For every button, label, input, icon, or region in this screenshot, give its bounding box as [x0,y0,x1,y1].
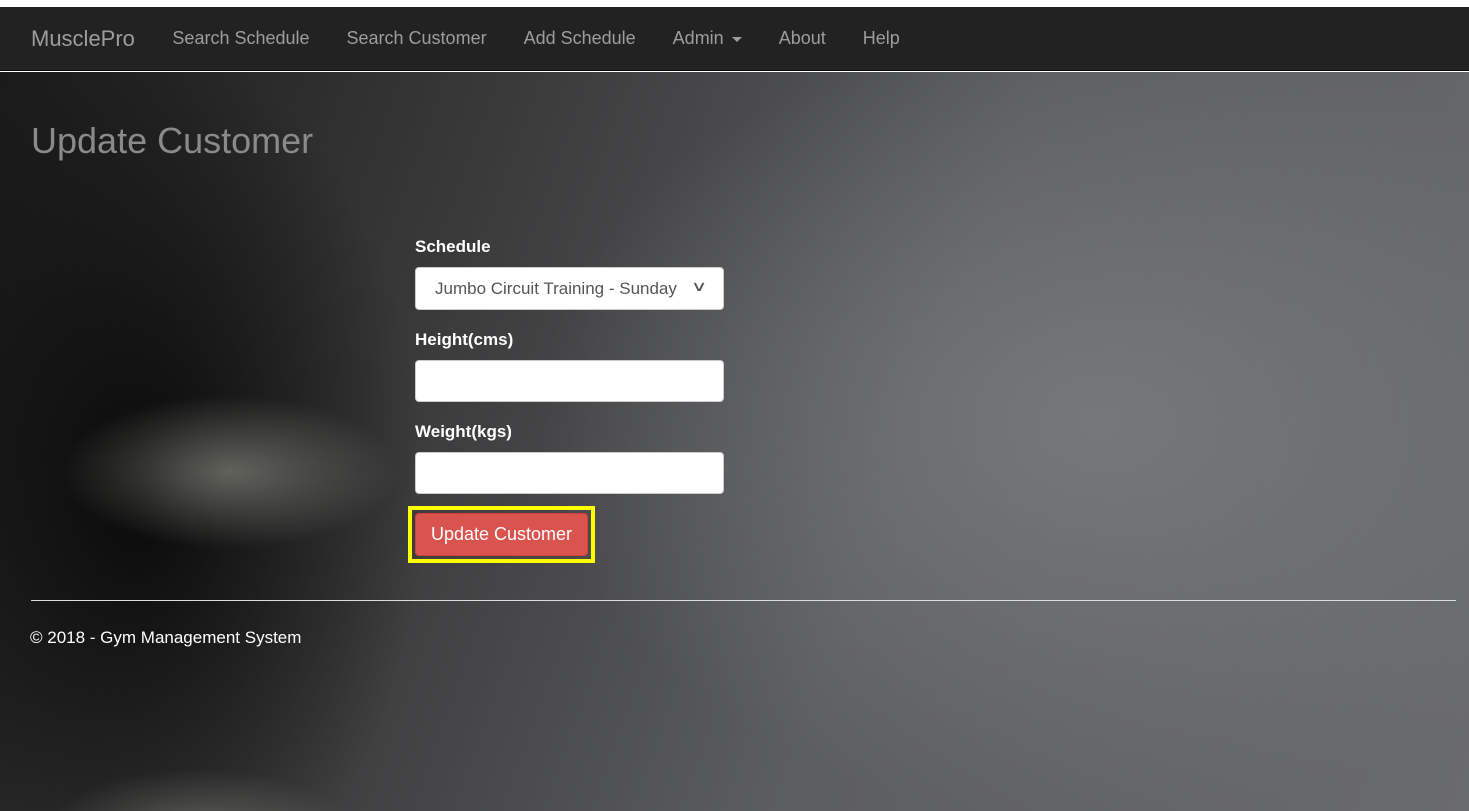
nav-search-schedule[interactable]: Search Schedule [172,28,309,49]
nav-about[interactable]: About [779,28,826,49]
footer-copyright: © 2018 - Gym Management System [30,628,302,647]
nav-admin-label: Admin [672,28,724,48]
schedule-select[interactable]: Jumbo Circuit Training - Sunday ∨ [415,267,724,310]
schedule-label: Schedule [415,237,491,256]
navbar: MusclePro Search Schedule Search Custome… [0,7,1469,71]
nav-search-customer[interactable]: Search Customer [347,28,487,49]
weight-input[interactable] [415,452,724,494]
page-title: Update Customer [31,120,314,161]
update-customer-button[interactable]: Update Customer [415,513,588,556]
height-group: Height(cms) [415,330,724,402]
brand-link[interactable]: MusclePro [31,26,135,52]
nav-help[interactable]: Help [863,28,900,49]
nav-add-schedule[interactable]: Add Schedule [524,28,636,49]
schedule-group: Schedule Jumbo Circuit Training - Sunday… [415,237,724,310]
chevron-down-icon: ∨ [690,278,708,294]
weight-label: Weight(kgs) [415,422,512,441]
weight-group: Weight(kgs) [415,422,724,494]
background-image [0,72,1469,811]
highlight-box: Update Customer [408,506,595,563]
window-top-strip [0,0,1469,7]
schedule-selected-value: Jumbo Circuit Training - Sunday [435,278,677,298]
caret-down-icon [731,37,742,42]
footer-divider [31,600,1456,601]
nav-admin-dropdown[interactable]: Admin [673,28,742,49]
height-label: Height(cms) [415,330,514,349]
height-input[interactable] [415,360,724,402]
